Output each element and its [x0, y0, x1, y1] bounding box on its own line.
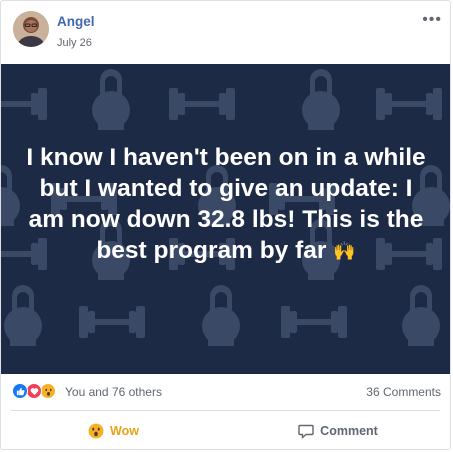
reaction-button-label: Wow	[110, 424, 139, 438]
raised-hands-icon: 🙌	[333, 241, 356, 262]
post-background-image: I know I haven't been on in a while but …	[1, 64, 450, 374]
heart-icon	[26, 383, 42, 399]
wow-face-icon	[40, 383, 56, 399]
author-name[interactable]: Angel	[57, 14, 95, 29]
thumbs-up-icon	[12, 383, 28, 399]
post-message-text: I know I haven't been on in a while but …	[26, 144, 426, 264]
post-card: Angel July 26 ••• I know I haven't been …	[0, 0, 451, 450]
divider	[11, 410, 440, 411]
post-header: Angel July 26 •••	[1, 1, 450, 63]
post-date[interactable]: July 26	[57, 37, 92, 49]
avatar[interactable]	[13, 11, 49, 47]
reaction-icons[interactable]	[12, 383, 62, 401]
wow-face-icon	[88, 423, 104, 439]
comment-button[interactable]: Comment	[226, 413, 450, 449]
post-message: I know I haven't been on in a while but …	[21, 142, 431, 267]
more-options-icon[interactable]: •••	[422, 11, 442, 29]
reaction-summary[interactable]: You and 76 others	[65, 385, 162, 399]
person-avatar	[13, 11, 49, 47]
comment-button-label: Comment	[320, 424, 378, 438]
reaction-stats-bar: You and 76 others 36 Comments	[1, 379, 450, 407]
comments-count[interactable]: 36 Comments	[366, 385, 441, 399]
post-actions: Wow Comment	[1, 413, 450, 449]
reaction-button[interactable]: Wow	[1, 413, 226, 449]
speech-bubble-icon	[298, 424, 314, 439]
